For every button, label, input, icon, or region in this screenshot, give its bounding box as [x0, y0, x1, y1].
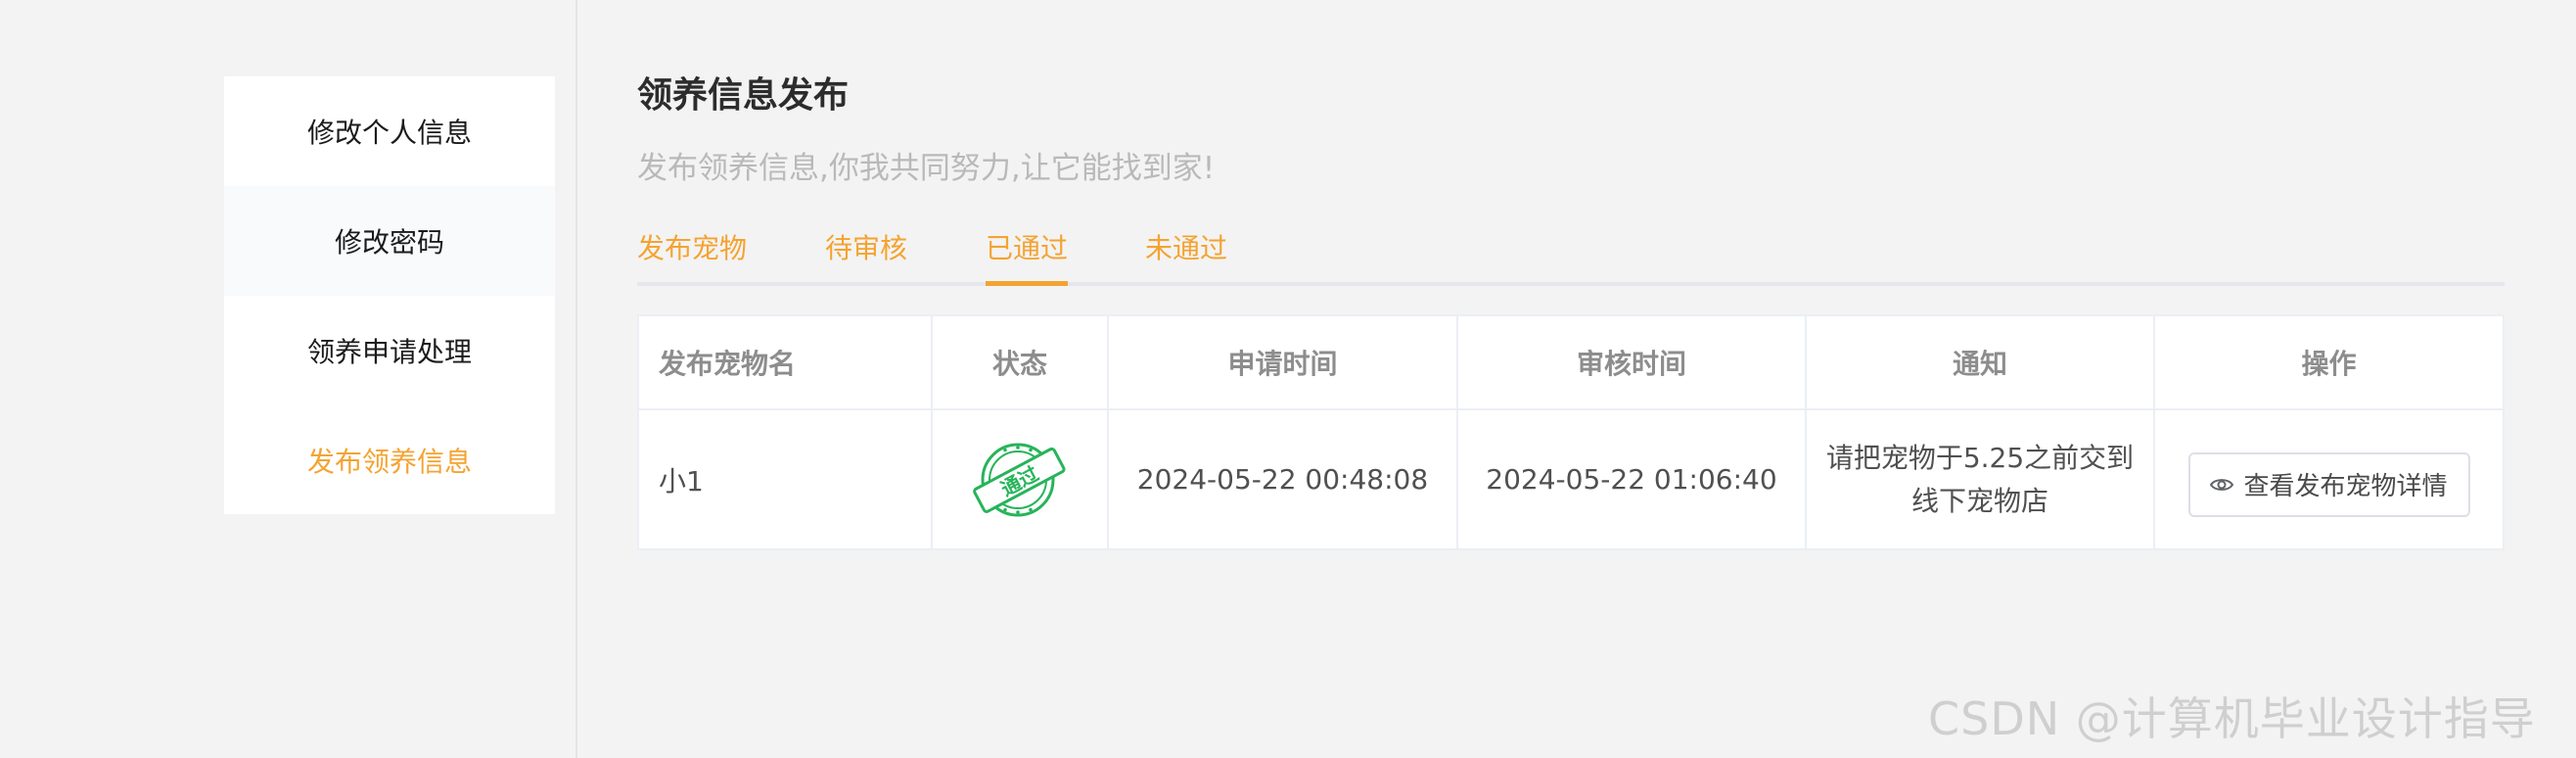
column-header-status: 状态: [933, 316, 1109, 410]
column-header-action: 操作: [2155, 316, 2503, 410]
sidebar-item-change-password[interactable]: 修改密码: [224, 186, 555, 296]
tab-underline: [637, 282, 2505, 286]
tab-bar: 发布宠物 待审核 已通过 未通过: [637, 227, 2505, 286]
page-title: 领养信息发布: [637, 75, 850, 116]
column-header-apply-time: 申请时间: [1109, 316, 1458, 410]
view-pet-details-button[interactable]: 查看发布宠物详情: [2187, 451, 2470, 517]
watermark: CSDN @计算机毕业设计指导: [1928, 692, 2536, 745]
tab-active-indicator: [986, 281, 1068, 286]
pet-table: 发布宠物名 状态 申请时间 审核时间 通知 操作 小1 通过 2024-05-2…: [637, 314, 2505, 550]
sidebar-item-publish-adoption[interactable]: 发布领养信息: [224, 405, 555, 515]
sidebar: 修改个人信息 修改密码 领养申请处理 发布领养信息: [224, 76, 555, 514]
tab-approved[interactable]: 已通过: [986, 227, 1068, 286]
column-header-notice: 通知: [1807, 316, 2155, 410]
tab-publish-pet[interactable]: 发布宠物: [637, 227, 747, 286]
column-header-review-time: 审核时间: [1458, 316, 1807, 410]
approved-stamp-icon: 通过: [973, 443, 1066, 516]
page-subtitle: 发布领养信息,你我共同努力,让它能找到家!: [637, 151, 1216, 186]
cell-apply-time: 2024-05-22 00:48:08: [1109, 410, 1458, 548]
column-header-pet-name: 发布宠物名: [639, 316, 933, 410]
divider: [575, 0, 577, 758]
cell-notice: 请把宠物于5.25之前交到线下宠物店: [1807, 410, 2155, 548]
cell-action: 查看发布宠物详情: [2155, 410, 2503, 548]
sidebar-item-edit-profile[interactable]: 修改个人信息: [224, 76, 555, 186]
view-pet-details-label: 查看发布宠物详情: [2243, 472, 2448, 501]
eye-icon: [2210, 478, 2234, 491]
cell-pet-name: 小1: [639, 410, 933, 548]
sidebar-item-adoption-requests[interactable]: 领养申请处理: [224, 296, 555, 405]
tab-rejected[interactable]: 未通过: [1145, 227, 1227, 286]
notice-text: 请把宠物于5.25之前交到线下宠物店: [1825, 441, 2135, 517]
tab-pending[interactable]: 待审核: [825, 227, 907, 286]
cell-status: 通过: [933, 410, 1109, 548]
cell-review-time: 2024-05-22 01:06:40: [1458, 410, 1807, 548]
